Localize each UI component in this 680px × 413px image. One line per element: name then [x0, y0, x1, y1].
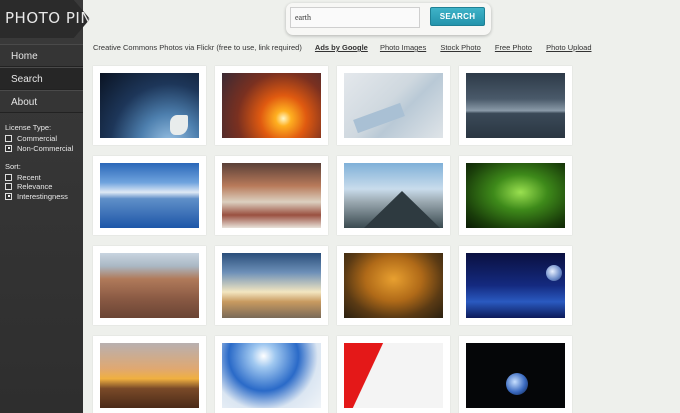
sort-option-interestingness[interactable]: Interestingness — [5, 192, 83, 201]
photo-thumb[interactable] — [93, 336, 206, 413]
search-input[interactable] — [290, 7, 420, 28]
volcano-clouds-photo — [344, 163, 443, 228]
option-label: Interestingness — [17, 191, 68, 201]
search-button[interactable]: SEARCH — [430, 7, 485, 26]
main-nav: Home Search About — [0, 44, 83, 113]
ad-link-free-photo[interactable]: Free Photo — [495, 43, 532, 52]
photo-thumb[interactable] — [459, 66, 572, 145]
ads-by-google-link[interactable]: Ads by Google — [315, 43, 368, 52]
links-row: Creative Commons Photos via Flickr (free… — [93, 43, 604, 52]
checkbox[interactable] — [5, 192, 12, 200]
logo-text: PHOTO PIN — [5, 9, 93, 27]
license-option-commercial[interactable]: Commercial — [5, 134, 83, 143]
christmas-village-photo — [222, 163, 321, 228]
nav-item-home[interactable]: Home — [0, 44, 83, 67]
photo-thumb[interactable] — [337, 246, 450, 325]
earth-orbit-photo — [100, 73, 199, 138]
photo-thumb[interactable] — [215, 156, 328, 235]
option-label: Non-Commercial — [17, 143, 74, 153]
sort-option-relevance[interactable]: Relevance — [5, 182, 83, 191]
earth-moon-space-photo — [466, 253, 565, 318]
photo-thumb[interactable] — [93, 246, 206, 325]
sort-title: Sort: — [5, 161, 21, 171]
nav-item-about[interactable]: About — [0, 90, 83, 113]
checkbox[interactable] — [5, 173, 12, 181]
option-label: Commercial — [17, 134, 58, 143]
sort-option-recent[interactable]: Recent — [5, 173, 83, 182]
ad-link-photo-images[interactable]: Photo Images — [380, 43, 426, 52]
earth-dark-space-photo — [466, 343, 565, 408]
snowy-mountain-sun-photo — [222, 343, 321, 408]
photo-thumb[interactable] — [215, 66, 328, 145]
photo-thumb[interactable] — [337, 336, 450, 413]
photo-thumb[interactable] — [459, 246, 572, 325]
grand-canyon-photo — [100, 253, 199, 318]
sidebar: PHOTO PIN Home Search About License Type… — [0, 0, 90, 413]
option-label: Recent — [17, 172, 41, 182]
source-description: Creative Commons Photos via Flickr (free… — [93, 43, 302, 52]
checkbox[interactable] — [5, 183, 12, 190]
nav-item-search[interactable]: Search — [0, 67, 83, 90]
autumn-tree-photo — [344, 253, 443, 318]
search-bar: SEARCH — [286, 3, 491, 35]
license-type-title: License Type: — [5, 123, 52, 132]
checkbox[interactable] — [5, 144, 12, 152]
sunset-clouds-photo — [222, 73, 321, 138]
photo-thumb[interactable] — [215, 336, 328, 413]
option-label: Relevance — [17, 182, 53, 191]
photo-thumb[interactable] — [459, 156, 572, 235]
field-sunset-photo — [100, 343, 199, 408]
photo-thumb[interactable] — [215, 246, 328, 325]
photo-thumb[interactable] — [337, 156, 450, 235]
filters-panel: License Type: Commercial Non-Commercial … — [5, 123, 83, 201]
beach-sunset-photo — [222, 253, 321, 318]
logo[interactable]: PHOTO PIN — [0, 0, 90, 38]
stormy-sea-photo — [466, 73, 565, 138]
checkbox[interactable] — [5, 135, 12, 142]
snow-mountains-lake-photo — [100, 163, 199, 228]
license-option-non-commercial[interactable]: Non-Commercial — [5, 144, 83, 153]
satellite-map-photo — [344, 73, 443, 138]
photo-thumb[interactable] — [93, 156, 206, 235]
photo-thumb[interactable] — [93, 66, 206, 145]
red-white-abstract-photo — [344, 343, 443, 408]
photo-thumb[interactable] — [459, 336, 572, 413]
photo-thumb[interactable] — [337, 66, 450, 145]
green-dewdrop-photo — [466, 163, 565, 228]
ad-link-photo-upload[interactable]: Photo Upload — [546, 43, 591, 52]
ad-link-stock-photo[interactable]: Stock Photo — [440, 43, 480, 52]
